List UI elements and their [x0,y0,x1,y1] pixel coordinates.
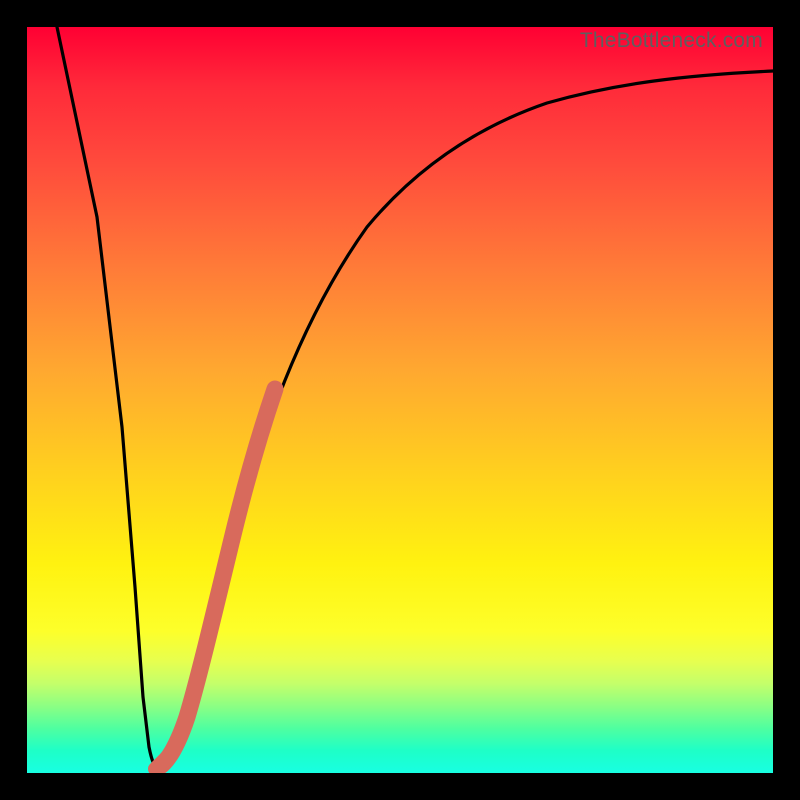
highlight-segment [159,389,275,767]
plot-area: TheBottleneck.com [27,27,773,773]
chart-frame: TheBottleneck.com [0,0,800,800]
bottleneck-curve [57,27,773,767]
highlight-stub [155,757,167,769]
curve-layer [27,27,773,773]
watermark-text: TheBottleneck.com [580,29,763,53]
